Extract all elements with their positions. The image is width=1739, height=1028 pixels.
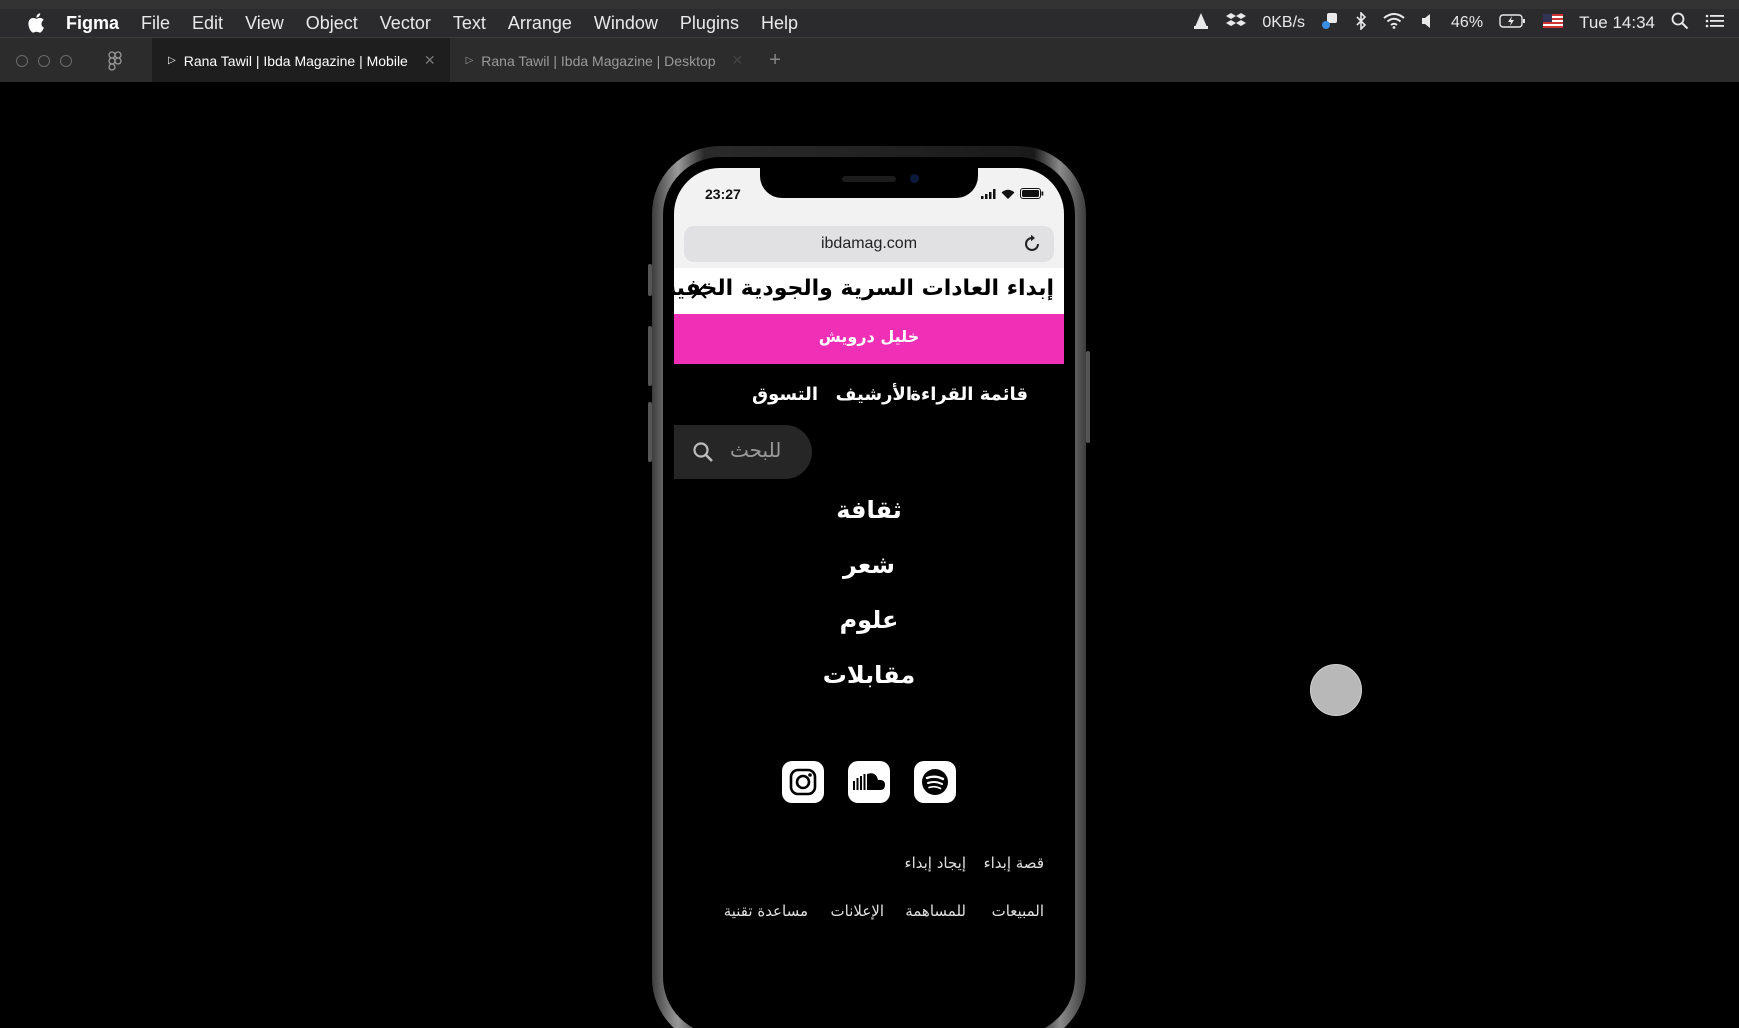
spotlight-search-icon[interactable] — [1671, 12, 1689, 35]
wifi-icon[interactable] — [1383, 12, 1405, 34]
category-culture[interactable]: ثقافة — [674, 490, 1064, 545]
new-tab-plus-icon[interactable]: + — [769, 49, 781, 72]
announcement-headline[interactable]: إبداء العادات السرية والجودية الخفية — [674, 276, 1055, 301]
phone-time: 23:27 — [705, 186, 741, 202]
top-nav: قائمة القراءة الأرشيف التسوق — [674, 384, 1064, 416]
author-name: خليل درويش — [818, 327, 920, 346]
window-controls — [16, 54, 72, 67]
menu-plugins[interactable]: Plugins — [680, 13, 739, 34]
announcement-bar: إبداء العادات السرية والجودية الخفية — [674, 268, 1064, 314]
window-minimize-button[interactable] — [38, 54, 50, 67]
menu-clock[interactable]: Tue 14:34 — [1579, 13, 1655, 33]
menu-edit[interactable]: Edit — [192, 13, 223, 34]
pen-tablet-icon[interactable] — [1321, 12, 1339, 35]
phone-status-bar: 23:27 — [674, 168, 1064, 222]
footer-link-sales[interactable]: المبيعات — [992, 902, 1044, 920]
footer-link-find-ibda[interactable]: إيجاد إبداء — [905, 854, 966, 872]
menu-window[interactable]: Window — [594, 13, 658, 34]
footer-row-secondary: المبيعات للمساهمة الإعلانات مساعدة تقنية — [674, 902, 1064, 926]
nav-reading-list[interactable]: قائمة القراءة — [910, 384, 1028, 405]
menu-vector[interactable]: Vector — [380, 13, 431, 34]
notch-speaker — [842, 176, 896, 182]
footer-link-ibda-story[interactable]: قصة إبداء — [984, 854, 1044, 872]
footer-row-primary: قصة إبداء إيجاد إبداء — [674, 854, 1064, 878]
category-interviews[interactable]: مقابلات — [674, 655, 1064, 710]
phone-wifi-icon — [1001, 184, 1015, 203]
footer-link-ads[interactable]: الإعلانات — [831, 902, 885, 920]
figma-tab-bar: ▷ Rana Tawil | Ibda Magazine | Mobile ✕ … — [0, 37, 1739, 83]
macos-menu-bar: Figma File Edit View Object Vector Text … — [0, 0, 1739, 37]
phone-screen: 23:27 ibdamag.com إبداء العادات السرية و… — [674, 168, 1064, 1028]
bluetooth-icon[interactable] — [1355, 10, 1367, 35]
menu-arrange[interactable]: Arrange — [508, 13, 572, 34]
soundcloud-icon[interactable] — [848, 761, 890, 803]
battery-charging-icon[interactable] — [1499, 13, 1527, 34]
phone-volume-up — [648, 326, 652, 386]
search-field[interactable]: للبحث — [674, 425, 812, 479]
play-icon: ▷ — [168, 55, 176, 66]
tab-label: Rana Tawil | Ibda Magazine | Mobile — [183, 52, 408, 69]
social-links — [674, 761, 1064, 803]
play-icon: ▷ — [465, 55, 474, 66]
footer-link-tech-support[interactable]: مساعدة تقنية — [724, 902, 808, 920]
category-poetry[interactable]: شعر — [674, 545, 1064, 600]
prototype-canvas[interactable]: 23:27 ibdamag.com إبداء العادات السرية و… — [0, 82, 1739, 1028]
menu-text[interactable]: Text — [453, 13, 486, 34]
phone-power-button — [1086, 351, 1090, 443]
network-speed: 0KB/s — [1262, 14, 1306, 31]
instagram-icon[interactable] — [782, 761, 824, 803]
menu-help[interactable]: Help — [761, 13, 798, 34]
search-placeholder: للبحث — [730, 438, 782, 462]
battery-percent: 46% — [1451, 14, 1484, 31]
us-flag-icon[interactable] — [1543, 13, 1564, 33]
window-zoom-button[interactable] — [60, 54, 72, 67]
tab-prototype-desktop[interactable]: ▷ Rana Tawil | Ibda Magazine | Desktop ✕ — [450, 38, 758, 83]
search-icon — [692, 441, 714, 467]
notch-camera — [910, 174, 919, 183]
menu-view[interactable]: View — [245, 13, 284, 34]
menu-file[interactable]: File — [141, 13, 170, 34]
menu-app-figma[interactable]: Figma — [66, 13, 119, 34]
tab-label: Rana Tawil | Ibda Magazine | Desktop — [481, 52, 716, 69]
iphone-frame: 23:27 ibdamag.com إبداء العادات السرية و… — [648, 146, 1090, 1028]
category-list: ثقافة شعر علوم مقابلات — [674, 490, 1064, 710]
tab-close-icon[interactable]: ✕ — [424, 52, 436, 69]
notification-center-icon[interactable] — [1705, 13, 1725, 34]
footer-link-contribute[interactable]: للمساهمة — [905, 902, 966, 920]
vlc-icon[interactable] — [1192, 12, 1210, 35]
phone-silent-switch — [648, 264, 652, 296]
phone-battery-icon — [1020, 184, 1044, 203]
apple-icon[interactable] — [24, 11, 48, 35]
phone-volume-down — [648, 402, 652, 462]
menu-object[interactable]: Object — [306, 13, 358, 34]
author-banner[interactable]: خليل درويش — [674, 314, 1064, 364]
cellular-signal-icon — [981, 184, 996, 203]
address-url: ibdamag.com — [820, 235, 918, 252]
reload-icon[interactable] — [1022, 234, 1042, 258]
spotify-icon[interactable] — [914, 761, 956, 803]
nav-shop[interactable]: التسوق — [752, 384, 818, 405]
cursor-touch-indicator — [1310, 664, 1362, 716]
category-science[interactable]: علوم — [674, 600, 1064, 655]
address-bar[interactable]: ibdamag.com — [684, 226, 1054, 262]
browser-address-bar-area: ibdamag.com — [674, 222, 1064, 268]
tab-prototype-mobile[interactable]: ▷ Rana Tawil | Ibda Magazine | Mobile ✕ — [152, 38, 450, 83]
tab-close-icon[interactable]: ✕ — [732, 52, 744, 69]
nav-archive[interactable]: الأرشيف — [836, 384, 912, 405]
figma-logo-icon[interactable] — [108, 50, 126, 71]
window-close-button[interactable] — [16, 54, 28, 67]
phone-notch — [760, 168, 978, 198]
volume-icon[interactable] — [1421, 13, 1435, 34]
dropbox-icon[interactable] — [1226, 12, 1247, 35]
